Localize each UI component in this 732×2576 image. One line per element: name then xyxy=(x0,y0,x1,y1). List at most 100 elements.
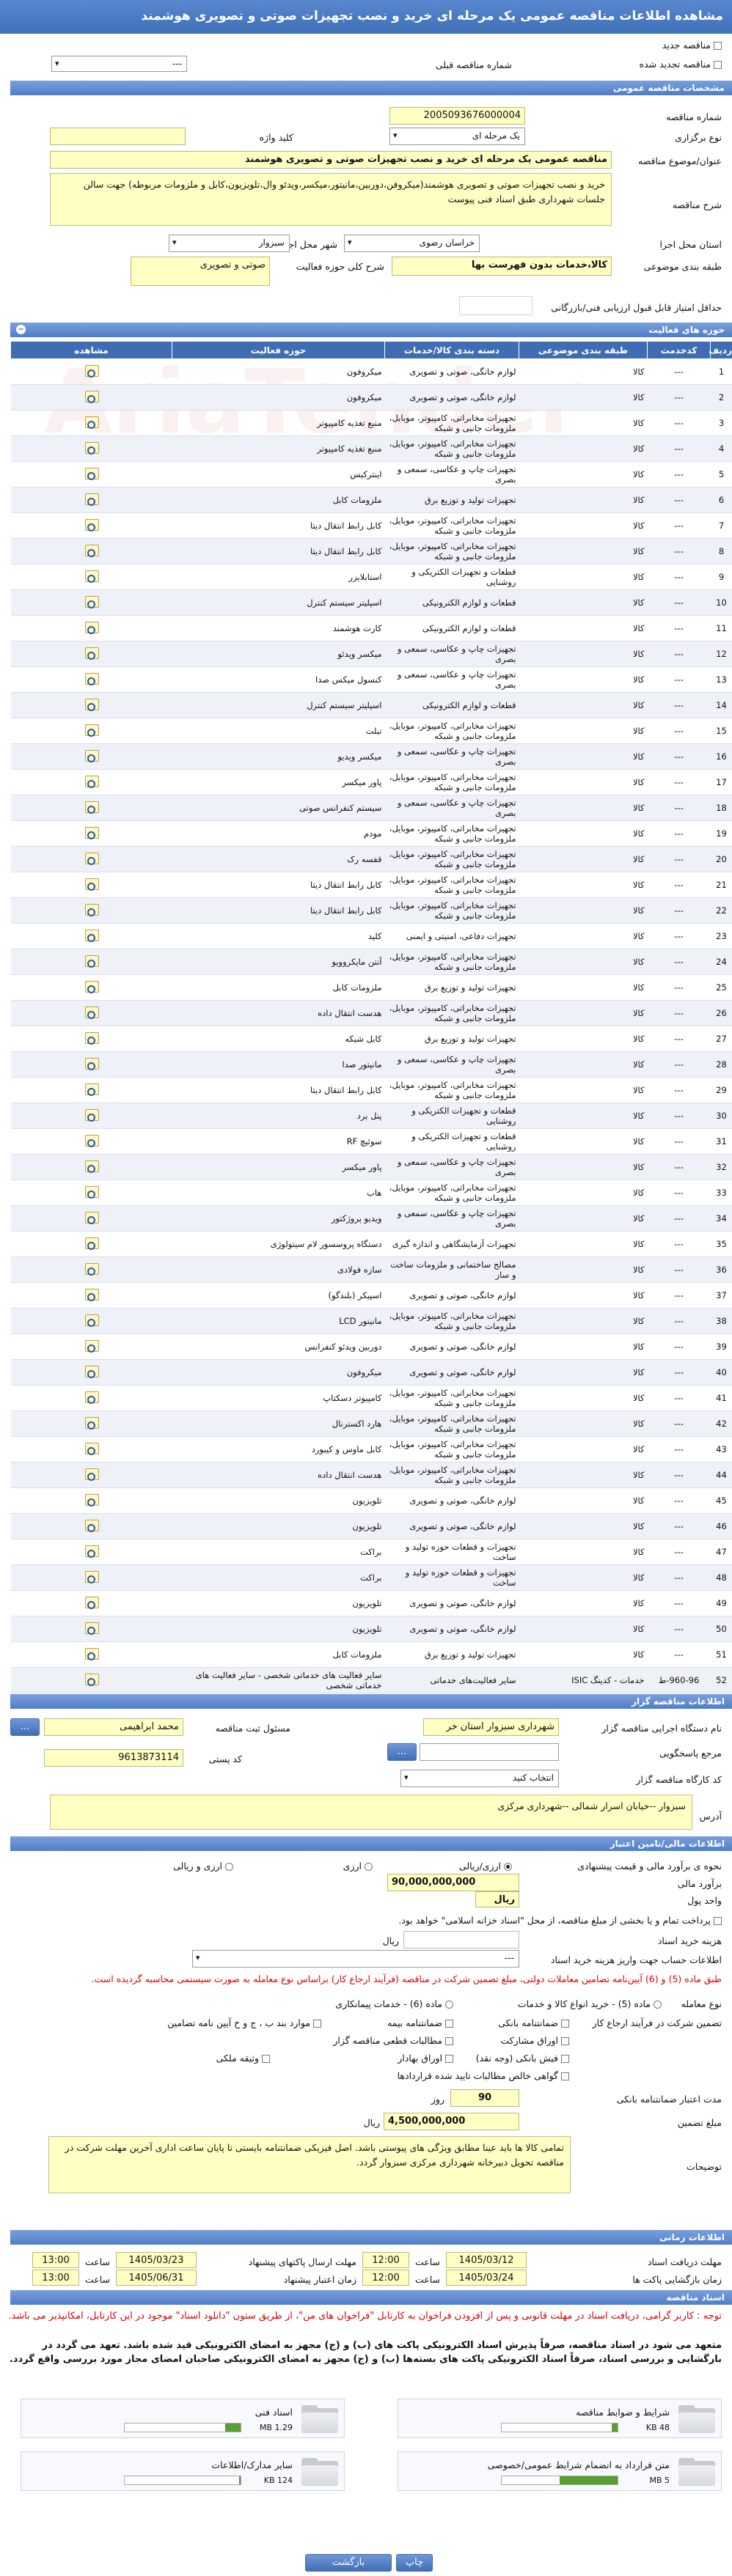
opt-equivalent[interactable]: گواهی خالص مطالبات تایید شده قراردادها xyxy=(398,2070,569,2081)
view-details-icon[interactable] xyxy=(83,518,100,532)
view-details-icon[interactable] xyxy=(83,1569,100,1584)
opt-property[interactable]: وثیقه ملکی xyxy=(216,2053,270,2064)
view-details-icon[interactable] xyxy=(83,1416,100,1430)
opt-securities[interactable]: اوراق بهادار xyxy=(398,2053,453,2064)
estimate-opt1-radio[interactable] xyxy=(504,1863,512,1871)
officer-lookup-button[interactable]: ... xyxy=(10,1718,40,1736)
holding-type-select[interactable]: یک مرحله ای xyxy=(389,128,525,145)
view-details-icon[interactable] xyxy=(83,1262,100,1276)
view-details-icon[interactable] xyxy=(83,1133,100,1148)
view-details-icon[interactable] xyxy=(83,543,100,558)
deal-type-opt1-radio[interactable] xyxy=(654,2001,662,2009)
view-details-icon[interactable] xyxy=(83,1313,100,1328)
opt-bonds[interactable]: اوراق مشارکت xyxy=(500,2035,569,2046)
view-details-icon[interactable] xyxy=(83,877,100,891)
view-details-icon[interactable] xyxy=(83,466,100,481)
view-details-icon[interactable] xyxy=(83,569,100,584)
previous-number-select[interactable]: --- xyxy=(51,56,187,72)
opt-securities-checkbox[interactable] xyxy=(445,2055,453,2063)
view-details-icon[interactable] xyxy=(83,1441,100,1456)
view-details-icon[interactable] xyxy=(83,1210,100,1225)
view-details-icon[interactable] xyxy=(83,1621,100,1635)
view-details-icon[interactable] xyxy=(83,671,100,686)
opt-bank-checkbox[interactable] xyxy=(561,2020,569,2028)
view-details-icon[interactable] xyxy=(83,620,100,635)
view-details-icon[interactable] xyxy=(83,851,100,866)
opt-bonds-checkbox[interactable] xyxy=(561,2037,569,2045)
view-details-icon[interactable] xyxy=(83,441,100,455)
city-select[interactable]: سبزوار xyxy=(169,235,290,252)
deal-type-opt1[interactable]: ماده (5) - خرید انواع کالا و خدمات xyxy=(518,1998,662,2009)
view-details-icon[interactable] xyxy=(83,928,100,943)
view-details-icon[interactable] xyxy=(83,774,100,789)
view-details-icon[interactable] xyxy=(83,954,100,968)
view-details-icon[interactable] xyxy=(83,389,100,404)
document-item[interactable]: سایر مدارک/اطلاعات 124 KB xyxy=(21,2451,345,2491)
view-details-icon[interactable] xyxy=(83,492,100,507)
view-details-icon[interactable] xyxy=(83,1159,100,1174)
view-details-icon[interactable] xyxy=(83,1082,100,1097)
view-details-icon[interactable] xyxy=(83,1467,100,1482)
view-details-icon[interactable] xyxy=(83,1185,100,1199)
treasury-option[interactable]: پرداخت تمام و یا بخشی از مبلغ مناقصه، از… xyxy=(398,1915,722,1926)
view-details-icon[interactable] xyxy=(83,1493,100,1507)
new-tender-option[interactable]: مناقصه جدید xyxy=(662,40,722,51)
view-details-icon[interactable] xyxy=(83,646,100,660)
view-details-icon[interactable] xyxy=(83,1287,100,1302)
opt-equivalent-checkbox[interactable] xyxy=(561,2072,569,2080)
view-details-icon[interactable] xyxy=(83,1518,100,1533)
workshop-select[interactable]: انتخاب کنید xyxy=(400,1770,559,1787)
document-item[interactable]: اسناد فنی 1.29 MB xyxy=(21,2399,345,2438)
deal-type-opt2-radio[interactable] xyxy=(445,2001,453,2009)
view-details-icon[interactable] xyxy=(83,1339,100,1353)
view-details-icon[interactable] xyxy=(83,1544,100,1559)
estimate-opt2[interactable]: ارزی xyxy=(343,1861,373,1872)
deal-type-opt2[interactable]: ماده (6) - خدمات پیمانکاری xyxy=(335,1998,453,2009)
opt-insurance-checkbox[interactable] xyxy=(445,2020,453,2028)
estimate-opt3[interactable]: ارزی و ریالی xyxy=(173,1861,233,1872)
treasury-checkbox[interactable] xyxy=(714,1917,722,1925)
view-details-icon[interactable] xyxy=(83,1236,100,1251)
opt-bank[interactable]: ضمانتنامه بانکی xyxy=(498,2017,569,2028)
view-details-icon[interactable] xyxy=(83,723,100,737)
ref-lookup-button[interactable]: ... xyxy=(387,1743,417,1761)
renewed-tender-checkbox[interactable] xyxy=(714,61,722,69)
view-details-icon[interactable] xyxy=(83,595,100,609)
opt-receipt[interactable]: فیش بانکی (وجه نقد) xyxy=(476,2053,569,2064)
opt-receipt-checkbox[interactable] xyxy=(561,2055,569,2063)
opt-mixed[interactable]: موارد بند ب ، ج و خ آیین نامه تضامین xyxy=(167,2017,321,2028)
opt-contract-checkbox[interactable] xyxy=(445,2037,453,2045)
renewed-tender-option[interactable]: مناقصه تجدید شده xyxy=(640,59,722,70)
opt-property-checkbox[interactable] xyxy=(262,2055,270,2063)
document-item[interactable]: شرایط و ضوابط مناقصه 48 KB xyxy=(398,2399,722,2438)
account-select[interactable]: --- xyxy=(192,1950,519,1968)
estimate-opt1[interactable]: ارزی/ریالی xyxy=(459,1861,512,1872)
view-details-icon[interactable] xyxy=(83,825,100,840)
view-details-icon[interactable] xyxy=(83,1056,100,1071)
view-details-icon[interactable] xyxy=(83,1390,100,1405)
view-details-icon[interactable] xyxy=(83,1005,100,1020)
view-details-icon[interactable] xyxy=(83,364,100,378)
opt-mixed-checkbox[interactable] xyxy=(313,2020,321,2028)
opt-contract[interactable]: مطالبات قطعی مناقصه گزار xyxy=(333,2035,453,2046)
province-select[interactable]: خراسان رضوی xyxy=(344,235,480,252)
view-details-icon[interactable] xyxy=(83,1595,100,1610)
view-details-icon[interactable] xyxy=(83,748,100,763)
collapse-icon[interactable]: − xyxy=(16,325,26,334)
back-button[interactable]: بازگشت xyxy=(305,2554,392,2572)
opt-insurance[interactable]: ضمانتنامه بیمه xyxy=(387,2017,453,2028)
view-details-icon[interactable] xyxy=(83,800,100,814)
view-details-icon[interactable] xyxy=(83,1646,100,1661)
view-details-icon[interactable] xyxy=(83,415,100,430)
view-details-icon[interactable] xyxy=(83,979,100,994)
estimate-opt3-radio[interactable] xyxy=(225,1863,233,1871)
view-details-icon[interactable] xyxy=(83,697,100,712)
view-details-icon[interactable] xyxy=(83,1108,100,1122)
view-details-icon[interactable] xyxy=(83,1031,100,1045)
document-item[interactable]: متن قرارداد به انضمام شرایط عمومی/خصوصی 5… xyxy=(398,2451,722,2491)
view-details-icon[interactable] xyxy=(83,902,100,917)
new-tender-checkbox[interactable] xyxy=(714,42,722,50)
estimate-opt2-radio[interactable] xyxy=(365,1863,373,1871)
view-details-icon[interactable] xyxy=(83,1364,100,1379)
view-details-icon[interactable] xyxy=(83,1672,100,1687)
